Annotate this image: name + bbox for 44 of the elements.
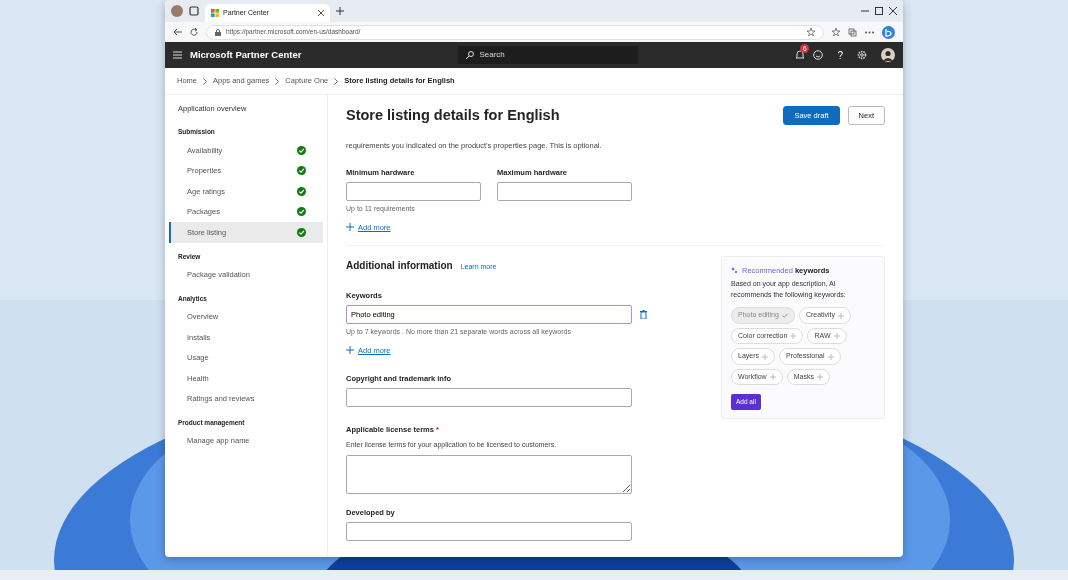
star-icon[interactable] bbox=[807, 28, 815, 36]
close-icon[interactable] bbox=[318, 10, 324, 16]
app-title: Microsoft Partner Center bbox=[190, 47, 302, 62]
plus-icon bbox=[346, 223, 354, 232]
plus-icon bbox=[790, 333, 797, 339]
input-field[interactable] bbox=[346, 388, 632, 408]
minimize-icon[interactable] bbox=[861, 7, 869, 15]
lock-icon bbox=[215, 28, 221, 36]
chevron-icon bbox=[334, 77, 339, 85]
tab-actions-icon[interactable] bbox=[189, 6, 199, 16]
close-icon[interactable] bbox=[889, 7, 897, 15]
new-tab-icon[interactable] bbox=[336, 7, 344, 15]
plus-icon bbox=[838, 312, 845, 319]
avatar-icon[interactable] bbox=[881, 48, 895, 62]
bell-icon[interactable] bbox=[795, 49, 806, 60]
plus-icon bbox=[346, 346, 354, 355]
input-field[interactable] bbox=[497, 182, 632, 202]
settings-icon[interactable] bbox=[857, 50, 867, 60]
plus-icon bbox=[833, 333, 840, 339]
menu-icon[interactable] bbox=[173, 51, 182, 59]
delete-icon[interactable] bbox=[640, 310, 647, 320]
input-field[interactable] bbox=[346, 182, 481, 202]
check-icon bbox=[781, 313, 788, 318]
help-icon[interactable]: ? bbox=[837, 47, 843, 63]
page-title: Store listing details for English bbox=[346, 106, 560, 125]
chevron-icon bbox=[203, 77, 207, 85]
sparkle-icon bbox=[731, 267, 738, 275]
refresh-icon[interactable] bbox=[190, 28, 198, 36]
section-title: Additional information bbox=[346, 259, 453, 273]
more-icon[interactable] bbox=[865, 30, 874, 34]
plus-icon bbox=[827, 353, 834, 360]
search-icon bbox=[466, 51, 475, 59]
logo-icon bbox=[211, 9, 219, 17]
search-field[interactable]: Search bbox=[458, 46, 639, 64]
plus-icon bbox=[762, 353, 768, 360]
collections-icon[interactable] bbox=[848, 27, 857, 37]
smiley-icon[interactable] bbox=[813, 50, 824, 60]
plus-icon bbox=[816, 374, 823, 380]
back-icon[interactable] bbox=[173, 28, 182, 36]
maximize-icon[interactable] bbox=[875, 7, 883, 15]
plus-icon bbox=[769, 374, 776, 380]
favorites-icon[interactable] bbox=[832, 28, 840, 36]
chevron-icon bbox=[275, 77, 280, 85]
input-field[interactable] bbox=[346, 522, 632, 542]
